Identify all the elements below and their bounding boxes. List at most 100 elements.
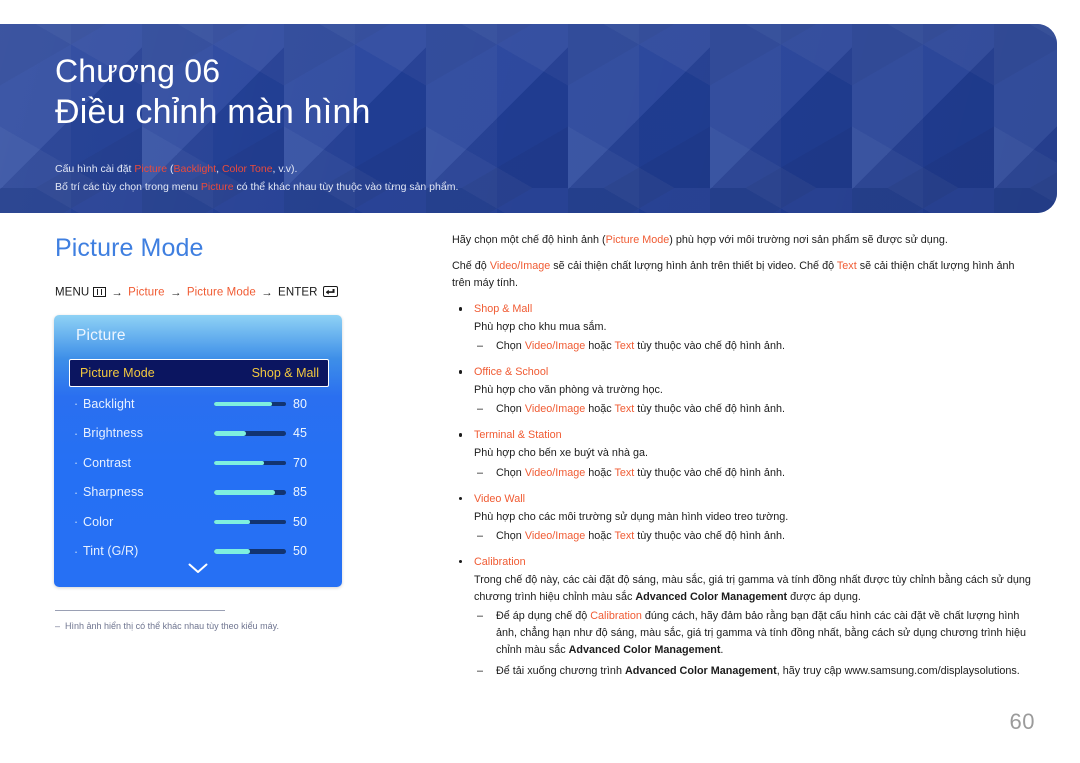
osd-row-contrast[interactable]: · Contrast 70 <box>69 448 329 478</box>
highlight-picture-mode: Picture Mode <box>605 234 670 246</box>
text: Chọn <box>496 403 525 416</box>
chapter-banner: Chương 06 Điều chỉnh màn hình Cấu hình c… <box>0 24 1057 213</box>
text: Chế độ <box>452 260 490 273</box>
bullet-icon <box>459 559 463 564</box>
menu-grid-icon <box>93 286 107 297</box>
text: tùy thuộc vào chế độ hình ảnh. <box>634 529 785 542</box>
subtitle-text: Bố trí các tùy chọn trong menu <box>55 180 201 193</box>
highlight-text: Text <box>614 466 635 479</box>
text: tùy thuộc vào chế độ hình ảnh. <box>634 466 785 479</box>
osd-slider-brightness[interactable] <box>214 431 286 436</box>
osd-row-sharpness[interactable]: · Sharpness 85 <box>69 478 329 508</box>
osd-row-value: 85 <box>293 485 307 500</box>
menu-navigation-path: MENU → Picture → Picture Mode → ENTER <box>55 286 338 299</box>
sub-note-list: – Chọn Video/Image hoặc Text tùy thuộc v… <box>474 465 1032 482</box>
text: Hãy chọn một chế độ hình ảnh ( <box>452 234 606 246</box>
footnote-dash: ‒ <box>55 621 61 631</box>
arrow-icon: → <box>111 286 123 299</box>
osd-row-brightness[interactable]: · Brightness 45 <box>69 419 329 449</box>
highlight-video-image: Video/Image <box>524 466 586 479</box>
item-title: Office & School <box>474 366 549 379</box>
osd-row-label: Picture Mode <box>80 366 155 380</box>
item-title: Video Wall <box>474 492 526 505</box>
osd-row-tint[interactable]: · Tint (G/R) 50 <box>69 537 329 567</box>
bold-advanced-color-management: Advanced Color Management <box>624 664 777 677</box>
dash-icon: – <box>477 529 484 542</box>
osd-row-label: Backlight <box>83 396 135 411</box>
sub-note: – Chọn Video/Image hoặc Text tùy thuộc v… <box>474 465 1032 482</box>
text: Để tải xuống chương trình <box>496 664 625 677</box>
highlight-text: Text <box>614 340 635 353</box>
sub-note-list: – Chọn Video/Image hoặc Text tùy thuộc v… <box>474 338 1032 355</box>
bullet-icon: · <box>73 455 79 471</box>
osd-row-list: Picture Mode Shop & Mall · Backlight 80 … <box>69 359 329 566</box>
page-number: 60 <box>1009 709 1035 734</box>
subtitle-text: có thể khác nhau tùy thuộc vào từng sản … <box>233 180 459 193</box>
highlight-text: Text <box>614 403 635 416</box>
sub-note-list: – Chọn Video/Image hoặc Text tùy thuộc v… <box>474 401 1032 418</box>
subtitle-text: Cấu hình cài đặt <box>55 162 135 175</box>
menu-step-picture-mode: Picture Mode <box>186 286 256 299</box>
menu-step-picture: Picture <box>128 286 165 299</box>
chevron-down-icon[interactable] <box>54 563 342 574</box>
item-description: Phù hợp cho khu mua sắm. <box>474 321 607 334</box>
osd-slider-contrast[interactable] <box>214 460 286 465</box>
osd-row-label: Sharpness <box>83 485 144 500</box>
picture-mode-list: Shop & Mall Phù hợp cho khu mua sắm. – C… <box>452 301 1032 680</box>
osd-row-value: Shop & Mall <box>251 366 319 380</box>
text: sẽ cải thiện chất lượng hình ảnh trên th… <box>550 260 837 273</box>
list-item-video-wall: Video Wall Phù hợp cho các môi trường sử… <box>452 491 1032 545</box>
highlight-video-image: Video/Image <box>524 403 586 416</box>
dash-icon: – <box>477 609 484 622</box>
arrow-icon: → <box>261 286 273 299</box>
item-description: Phù hợp cho các môi trường sử dụng màn h… <box>474 510 789 523</box>
bold-advanced-color-management: Advanced Color Management <box>568 643 721 656</box>
footnote-body: Hình ảnh hiển thị có thể khác nhau tùy t… <box>65 621 279 631</box>
footnote-text: ‒ Hình ảnh hiển thị có thể khác nhau tùy … <box>55 620 355 634</box>
osd-slider-backlight[interactable] <box>214 401 286 406</box>
banner-content: Chương 06 Điều chỉnh màn hình Cấu hình c… <box>55 51 1017 196</box>
banner-subtitle-line-2: Bố trí các tùy chọn trong menu Picture c… <box>55 178 1017 196</box>
item-description: Phù hợp cho bến xe buýt và nhà ga. <box>474 447 648 460</box>
sub-note: – Để áp dụng chế độ Calibration đúng các… <box>474 608 1032 659</box>
osd-slider-tint[interactable] <box>214 549 286 554</box>
osd-row-picture-mode[interactable]: Picture Mode Shop & Mall <box>69 359 329 387</box>
osd-picture-menu: Picture Picture Mode Shop & Mall · Backl… <box>54 315 342 587</box>
chapter-number: Chương 06 <box>55 53 221 89</box>
menu-label: MENU <box>55 286 90 299</box>
text: Chọn <box>496 529 525 542</box>
sub-note: – Chọn Video/Image hoặc Text tùy thuộc v… <box>474 528 1032 545</box>
bullet-icon: · <box>73 396 79 412</box>
text: Chọn <box>496 340 525 353</box>
bold-advanced-color-management: Advanced Color Management <box>635 590 788 603</box>
dash-icon: – <box>477 466 484 479</box>
osd-slider-sharpness[interactable] <box>214 490 286 495</box>
osd-row-color[interactable]: · Color 50 <box>69 507 329 537</box>
sub-note-list: – Chọn Video/Image hoặc Text tùy thuộc v… <box>474 528 1032 545</box>
bullet-icon <box>459 496 463 500</box>
text: hoặc <box>585 403 615 416</box>
footnote-divider <box>55 610 225 611</box>
osd-title: Picture <box>76 327 126 344</box>
highlight-picture-menu: Picture <box>200 180 234 193</box>
bullet-icon <box>459 307 463 311</box>
osd-row-value: 50 <box>293 544 307 559</box>
arrow-icon: → <box>169 286 182 299</box>
sub-note: – Chọn Video/Image hoặc Text tùy thuộc v… <box>474 338 1032 355</box>
highlight-video-image: Video/Image <box>524 340 586 353</box>
bullet-icon: · <box>73 514 79 530</box>
highlight-backlight: Backlight <box>173 162 217 175</box>
page-title: Picture Mode <box>55 234 204 262</box>
highlight-video-image: Video/Image <box>489 260 551 273</box>
bullet-icon: · <box>73 425 79 441</box>
highlight-text: Text <box>614 529 635 542</box>
osd-row-backlight[interactable]: · Backlight 80 <box>69 389 329 419</box>
list-item-shop-mall: Shop & Mall Phù hợp cho khu mua sắm. – C… <box>452 301 1032 355</box>
enter-key-icon <box>322 286 338 297</box>
footnote: ‒ Hình ảnh hiển thị có thể khác nhau tùy … <box>55 610 355 634</box>
highlight-text: Text <box>836 260 857 273</box>
enter-label: ENTER <box>278 286 318 299</box>
intro-paragraph-1: Hãy chọn một chế độ hình ảnh (Picture Mo… <box>452 232 1032 249</box>
osd-row-value: 45 <box>293 426 307 441</box>
osd-slider-color[interactable] <box>214 519 286 524</box>
